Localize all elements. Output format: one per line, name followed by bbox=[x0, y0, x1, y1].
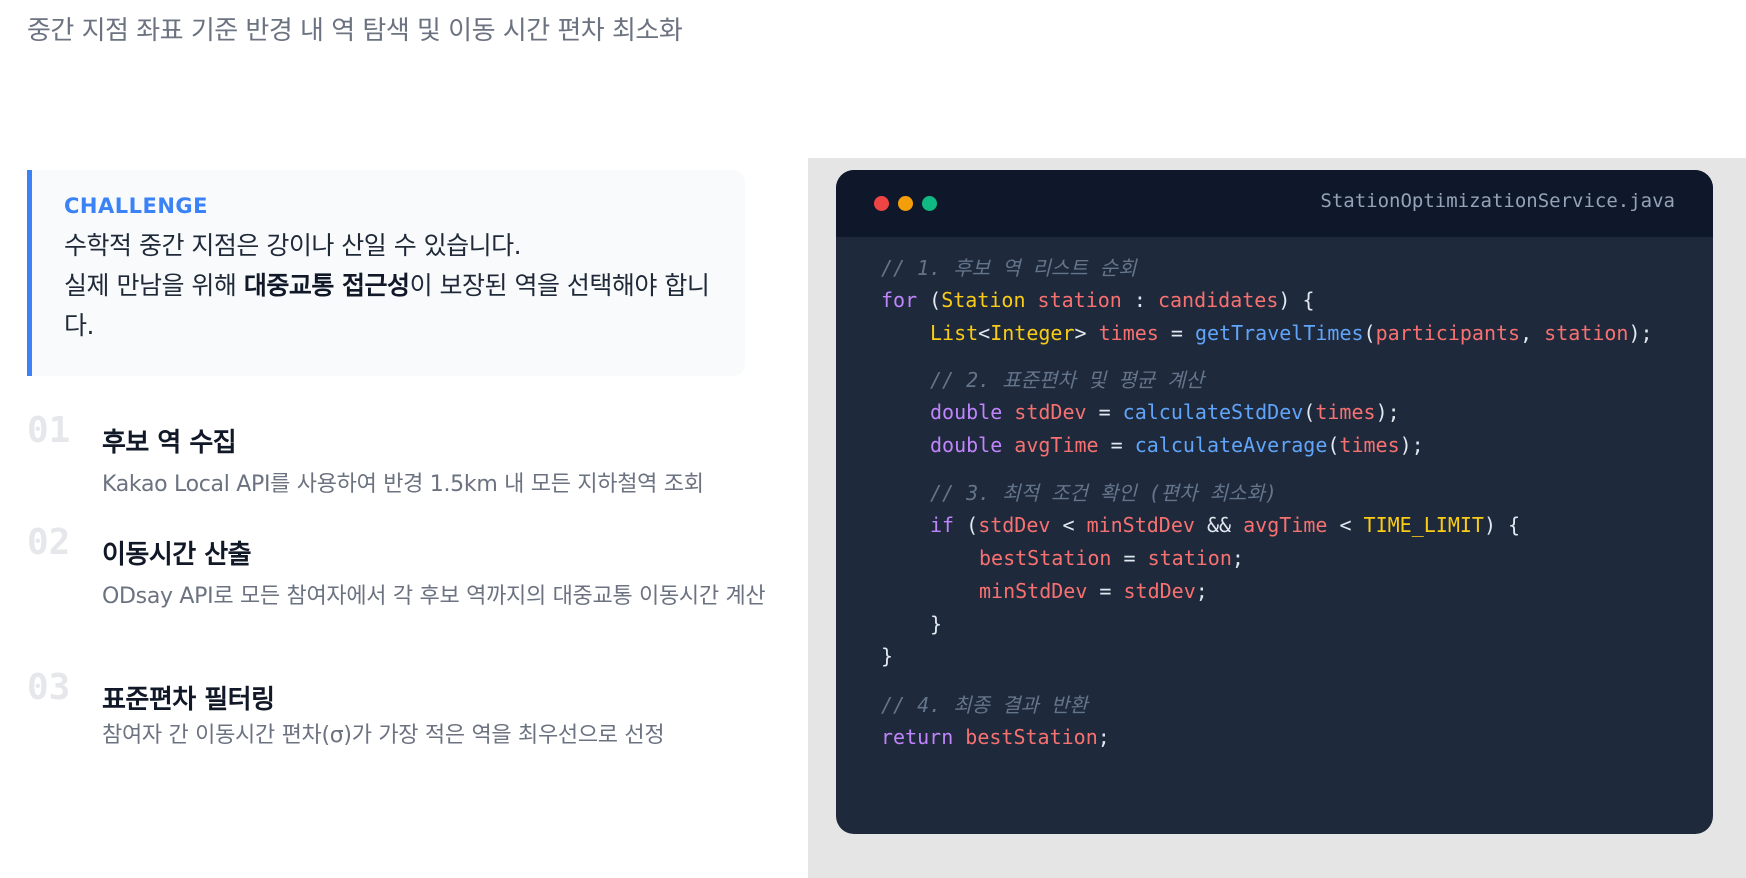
code-punct: = bbox=[1158, 321, 1195, 345]
code-comment: // 4. 최종 결과 반환 bbox=[881, 693, 1088, 717]
code-function: getTravelTimes bbox=[1194, 321, 1364, 345]
code-punct: > bbox=[1074, 321, 1099, 345]
code-punct: ) { bbox=[1278, 288, 1315, 312]
step-description: ODsay API로 모든 참여자에서 각 후보 역까지의 대중교통 이동시간 … bbox=[102, 584, 766, 609]
code-punct: ) { bbox=[1483, 513, 1521, 537]
code-line: return bestStation; bbox=[881, 722, 1110, 752]
code-punct: ); bbox=[1628, 321, 1653, 345]
code-line: for (Station station : candidates) { bbox=[881, 285, 1315, 315]
code-variable: minStdDev bbox=[979, 579, 1088, 603]
code-variable: stdDev bbox=[1002, 400, 1087, 424]
code-variable: times bbox=[1315, 400, 1376, 424]
code-punct: ; bbox=[1097, 725, 1110, 749]
code-line: // 4. 최종 결과 반환 bbox=[881, 690, 1088, 720]
code-variable: times bbox=[1339, 433, 1400, 457]
code-comment: // 3. 최적 조건 확인 (편차 최소화) bbox=[930, 481, 1277, 505]
code-type: Station bbox=[941, 288, 1026, 312]
code-keyword: for bbox=[881, 288, 918, 312]
code-line: } bbox=[881, 641, 893, 671]
code-punct: ); bbox=[1375, 400, 1400, 424]
code-filename: StationOptimizationService.java bbox=[1320, 190, 1675, 212]
code-variable: bestStation bbox=[979, 546, 1112, 570]
code-punct: = bbox=[1111, 546, 1148, 570]
code-punct: } bbox=[930, 612, 943, 636]
page-subtitle: 중간 지점 좌표 기준 반경 내 역 탐색 및 이동 시간 편차 최소화 bbox=[27, 16, 683, 46]
code-variable: times bbox=[1098, 321, 1159, 345]
code-variable: station bbox=[1544, 321, 1629, 345]
minimize-dot-icon bbox=[898, 196, 913, 211]
step-title: 표준편차 필터링 bbox=[102, 685, 275, 715]
code-punct: } bbox=[881, 644, 894, 668]
code-punct: = bbox=[1098, 433, 1135, 457]
code-function: calculateAverage bbox=[1134, 433, 1328, 457]
step-title: 후보 역 수집 bbox=[102, 428, 237, 458]
code-line: double stdDev = calculateStdDev(times); bbox=[930, 397, 1400, 427]
code-line: minStdDev = stdDev; bbox=[979, 576, 1208, 606]
close-dot-icon bbox=[874, 196, 889, 211]
code-punct: < bbox=[978, 321, 991, 345]
code-line: // 1. 후보 역 리스트 순회 bbox=[881, 253, 1137, 283]
code-comment: // 2. 표준편차 및 평균 계산 bbox=[930, 368, 1204, 392]
code-type: Integer bbox=[990, 321, 1075, 345]
code-window-header: StationOptimizationService.java bbox=[836, 170, 1713, 237]
code-block: // 1. 후보 역 리스트 순회 for (Station station :… bbox=[836, 237, 1713, 834]
code-punct: ); bbox=[1399, 433, 1424, 457]
step-description: 참여자 간 이동시간 편차(σ)가 가장 적은 역을 최우선으로 선정 bbox=[102, 723, 665, 748]
challenge-label: CHALLENGE bbox=[64, 194, 209, 218]
code-variable: stdDev bbox=[1123, 579, 1196, 603]
code-punct: : bbox=[1121, 288, 1158, 312]
code-punct: && bbox=[1194, 513, 1244, 537]
code-punct: = bbox=[1087, 579, 1124, 603]
code-line: } bbox=[930, 609, 942, 639]
code-line: // 3. 최적 조건 확인 (편차 최소화) bbox=[930, 478, 1277, 508]
code-keyword: double bbox=[930, 400, 1003, 424]
maximize-dot-icon bbox=[922, 196, 937, 211]
code-keyword: double bbox=[930, 433, 1003, 457]
code-variable: participants bbox=[1375, 321, 1521, 345]
step-number: 01 bbox=[27, 410, 71, 451]
code-punct: ; bbox=[1231, 546, 1244, 570]
code-punct: = bbox=[1086, 400, 1123, 424]
step-description: Kakao Local API를 사용하여 반경 1.5km 내 모든 지하철역… bbox=[102, 472, 704, 497]
code-variable: station bbox=[1025, 288, 1122, 312]
code-function: calculateStdDev bbox=[1122, 400, 1304, 424]
challenge-box: CHALLENGE 수학적 중간 지점은 강이나 산일 수 있습니다. 실제 만… bbox=[27, 170, 745, 376]
challenge-text: 수학적 중간 지점은 강이나 산일 수 있습니다. 실제 만남을 위해 대중교통… bbox=[64, 226, 715, 346]
code-punct: ( bbox=[954, 513, 979, 537]
code-line: // 2. 표준편차 및 평균 계산 bbox=[930, 365, 1204, 395]
code-punct: < bbox=[1327, 513, 1364, 537]
code-line: double avgTime = calculateAverage(times)… bbox=[930, 430, 1424, 460]
code-line: if (stdDev < minStdDev && avgTime < TIME… bbox=[930, 510, 1520, 540]
code-variable: station bbox=[1147, 546, 1232, 570]
code-punct: ( bbox=[917, 288, 942, 312]
step-title: 이동시간 산출 bbox=[102, 540, 252, 570]
code-punct: , bbox=[1520, 321, 1545, 345]
code-line: List<Integer> times = getTravelTimes(par… bbox=[930, 318, 1653, 348]
code-punct: < bbox=[1050, 513, 1087, 537]
code-variable: avgTime bbox=[1002, 433, 1099, 457]
code-punct: ( bbox=[1363, 321, 1376, 345]
code-comment: // 1. 후보 역 리스트 순회 bbox=[881, 256, 1137, 280]
code-variable: bestStation bbox=[953, 725, 1098, 749]
code-type: List bbox=[930, 321, 979, 345]
code-variable: stdDev bbox=[978, 513, 1051, 537]
code-variable: candidates bbox=[1157, 288, 1279, 312]
code-window: StationOptimizationService.java // 1. 후보… bbox=[836, 170, 1713, 834]
step-number: 02 bbox=[27, 522, 71, 563]
code-line: bestStation = station; bbox=[979, 543, 1244, 573]
code-keyword: if bbox=[930, 513, 955, 537]
challenge-line-1: 수학적 중간 지점은 강이나 산일 수 있습니다. bbox=[64, 231, 522, 260]
code-punct: ; bbox=[1195, 579, 1208, 603]
code-punct: ( bbox=[1327, 433, 1340, 457]
challenge-line-2-bold: 대중교통 접근성 bbox=[243, 271, 410, 300]
code-keyword: return bbox=[881, 725, 954, 749]
code-variable: avgTime bbox=[1243, 513, 1328, 537]
step-number: 03 bbox=[27, 667, 71, 708]
code-constant: TIME_LIMIT bbox=[1363, 513, 1484, 537]
code-punct: ( bbox=[1303, 400, 1316, 424]
code-variable: minStdDev bbox=[1086, 513, 1195, 537]
challenge-line-2-pre: 실제 만남을 위해 bbox=[64, 271, 244, 300]
